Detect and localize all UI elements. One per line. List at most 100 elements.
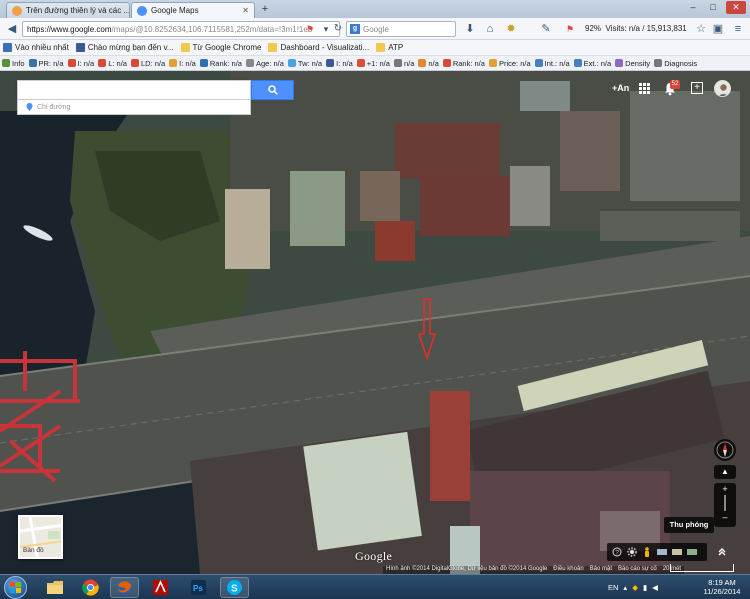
- bookmark-item[interactable]: Vào nhiều nhất: [3, 43, 69, 52]
- search-engine-box[interactable]: g Google: [346, 21, 456, 37]
- search-button[interactable]: [251, 80, 294, 100]
- maximize-button[interactable]: □: [704, 1, 722, 14]
- seo-metric[interactable]: I: n/a: [326, 59, 353, 68]
- report-problem-link[interactable]: Báo cáo sự cố: [618, 566, 657, 574]
- toolbar-icon[interactable]: ▣: [710, 21, 726, 37]
- bookmark-icon: [75, 43, 85, 52]
- zoom-out-icon[interactable]: –: [714, 511, 736, 523]
- seo-metric[interactable]: Rank: n/a: [199, 59, 242, 68]
- directions-link[interactable]: Chỉ đường: [17, 100, 251, 115]
- home-icon[interactable]: ⌂: [482, 21, 498, 37]
- bookmark-icon: [376, 43, 386, 52]
- new-tab-button[interactable]: +: [258, 3, 272, 16]
- menu-icon[interactable]: ≡: [730, 21, 746, 37]
- seo-metric[interactable]: L: n/a: [98, 59, 127, 68]
- taskbar-clock[interactable]: 8:19 AM 11/26/2014: [700, 578, 744, 596]
- seo-metric-label: Int.: n/a: [544, 58, 570, 68]
- taskbar-photoshop[interactable]: Ps: [184, 577, 213, 598]
- volume-icon[interactable]: ◀: [652, 583, 658, 592]
- back-arrow-icon[interactable]: ◀: [4, 21, 20, 37]
- download-icon[interactable]: ⬇: [462, 21, 478, 37]
- seo-metric[interactable]: Int.: n/a: [534, 58, 570, 68]
- seo-metric[interactable]: +1: n/a: [356, 59, 390, 68]
- scale-bar: [670, 564, 734, 572]
- seo-metric-label: Price: n/a: [498, 58, 531, 68]
- map-search-input[interactable]: [17, 80, 251, 100]
- network-icon[interactable]: ▮: [643, 583, 647, 592]
- seo-metric[interactable]: Rank: n/a: [442, 59, 485, 68]
- tab-google-maps[interactable]: Google Maps ✕: [131, 2, 255, 18]
- map-type-switcher[interactable]: Bản đồ: [18, 515, 63, 559]
- language-indicator[interactable]: EN: [608, 583, 618, 592]
- clock-time: 8:19 AM: [708, 578, 736, 587]
- settings-gear-icon[interactable]: [627, 547, 637, 557]
- reload-icon[interactable]: ↻: [330, 21, 346, 37]
- imagery-thumb-3-icon[interactable]: [687, 547, 697, 557]
- account-name-link[interactable]: +An: [612, 83, 629, 93]
- google-logo: Google: [355, 549, 393, 563]
- seo-metric[interactable]: Price: n/a: [488, 58, 531, 68]
- zoom-slider[interactable]: + –: [714, 483, 736, 527]
- zoom-track[interactable]: [724, 495, 726, 511]
- help-icon[interactable]: ?: [612, 547, 622, 557]
- seo-metric-label: Density: [625, 58, 651, 68]
- taskbar-firefox[interactable]: [110, 577, 139, 598]
- system-tray: EN ▴ ◆ ▮ ◀: [608, 575, 658, 599]
- compass-control[interactable]: [714, 439, 736, 461]
- zoom-in-icon[interactable]: +: [714, 483, 736, 495]
- tab-blog[interactable]: Trên đường thiên lý và các ... ✕: [6, 2, 130, 18]
- taskbar-acrobat[interactable]: [146, 577, 175, 598]
- seo-flag-icon[interactable]: ⚑: [562, 21, 578, 37]
- taskbar-explorer[interactable]: [40, 577, 69, 598]
- bookmark-item[interactable]: Từ Google Chrome: [180, 43, 261, 52]
- firefox-icon: [117, 580, 132, 595]
- pen-icon[interactable]: ✎: [538, 21, 554, 37]
- bookmark-item[interactable]: Chào mừng bạn đến v...: [75, 43, 174, 52]
- seo-metric-icon: [2, 59, 10, 67]
- address-bar[interactable]: https://www.google.com/maps/@10.8252634,…: [22, 21, 340, 37]
- terms-link[interactable]: Điều khoản: [553, 566, 583, 574]
- tab-title: Trên đường thiên lý và các ...: [26, 6, 130, 15]
- seo-metric[interactable]: Diagnosis: [654, 59, 697, 68]
- start-button[interactable]: [4, 576, 27, 599]
- blog-favicon-icon: [12, 5, 22, 16]
- map-navigation-controls: ▲ + –: [712, 439, 738, 537]
- star-icon[interactable]: ☆: [693, 21, 709, 37]
- expand-chevron-icon[interactable]: [716, 545, 728, 557]
- bookmark-item[interactable]: ATP: [376, 43, 403, 52]
- seo-metric[interactable]: Age: n/a: [245, 59, 284, 68]
- close-tab-icon[interactable]: ✕: [242, 6, 249, 15]
- bookmark-item[interactable]: Dashboard - Visualizati...: [268, 43, 369, 52]
- seo-metric[interactable]: Density: [615, 59, 650, 68]
- imagery-thumb-2-icon[interactable]: [672, 547, 682, 557]
- zoom-tooltip: Thu phóng: [664, 517, 714, 533]
- taskbar-chrome[interactable]: [76, 577, 105, 598]
- seo-metric[interactable]: I: n/a: [67, 59, 94, 68]
- seo-metric-icon: [28, 59, 37, 67]
- seo-metric-icon: [573, 59, 582, 67]
- seo-metric[interactable]: I: n/a: [169, 59, 196, 68]
- seo-metric[interactable]: LD: n/a: [130, 59, 165, 68]
- seo-metric[interactable]: PR: n/a: [28, 59, 64, 68]
- tray-app-icon[interactable]: ◆: [632, 583, 638, 592]
- close-window-button[interactable]: ✕: [726, 1, 746, 14]
- seo-metric[interactable]: n/a: [418, 59, 439, 68]
- taskbar-skype[interactable]: S: [220, 577, 249, 598]
- avatar[interactable]: [714, 80, 731, 97]
- apps-grid-icon[interactable]: [639, 83, 650, 94]
- satellite-imagery: [0, 71, 750, 574]
- tray-expand-icon[interactable]: ▴: [623, 583, 627, 592]
- addon-gear-icon[interactable]: ✹: [503, 21, 519, 37]
- seo-metric[interactable]: Info: [2, 59, 25, 68]
- imagery-thumb-1-icon[interactable]: [657, 547, 667, 557]
- minimize-button[interactable]: –: [684, 1, 702, 14]
- seo-metric[interactable]: Tw: n/a: [287, 59, 322, 68]
- seo-metric[interactable]: Ext.: n/a: [573, 59, 611, 68]
- tilt-button[interactable]: ▲: [714, 465, 736, 479]
- privacy-link[interactable]: Bảo mật: [590, 566, 612, 574]
- pegman-icon[interactable]: [642, 547, 652, 557]
- seo-metric[interactable]: n/a: [393, 59, 414, 68]
- map-canvas[interactable]: Chỉ đường +An 52 + ▲ + – Thu phóng Bản đ…: [0, 71, 750, 574]
- flag-icon[interactable]: ⚑: [302, 21, 318, 37]
- share-plus-button[interactable]: +: [691, 82, 703, 94]
